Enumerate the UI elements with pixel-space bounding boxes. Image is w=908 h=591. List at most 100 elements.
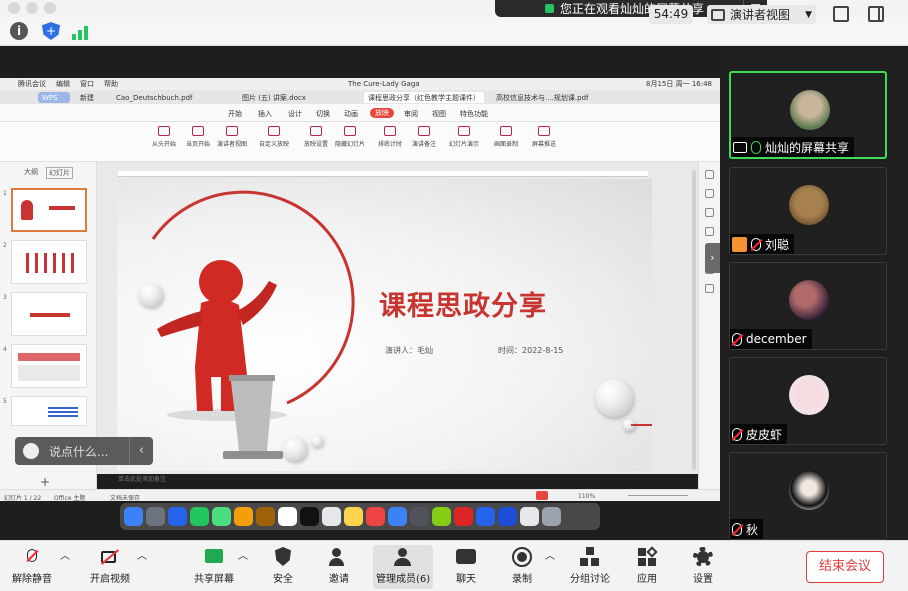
- ribbon-tab-review: 审阅: [404, 110, 418, 118]
- video-tile[interactable]: 刘聪: [729, 167, 887, 255]
- collapse-panel-button[interactable]: ›: [705, 243, 720, 273]
- tab-outline: 大纲: [24, 168, 38, 176]
- invite-button[interactable]: 邀请: [328, 547, 350, 585]
- decor-ball: [139, 283, 163, 307]
- view-mode-dropdown[interactable]: 演讲者视图 ▼: [707, 5, 816, 24]
- chevron-up-icon[interactable]: ︿: [545, 547, 555, 562]
- video-tile[interactable]: 皮皮虾: [729, 357, 887, 445]
- wps-icon: [454, 507, 473, 526]
- wechat-icon: [190, 507, 209, 526]
- record-icon: [511, 547, 533, 567]
- record-label: 录制: [512, 574, 532, 585]
- memo-icon: [344, 507, 363, 526]
- thumb-number: 4: [3, 346, 7, 353]
- thumb-number: 1: [3, 190, 7, 197]
- video-tile[interactable]: 秋: [729, 452, 887, 540]
- slide-thumbnail: [11, 240, 87, 284]
- meeting-timer: 54:49: [649, 5, 693, 24]
- mail-icon: [168, 507, 187, 526]
- signal-icon[interactable]: [72, 22, 90, 40]
- info-icon[interactable]: i: [10, 22, 28, 40]
- tencent-meeting-icon: [498, 507, 517, 526]
- manage-members-button[interactable]: 管理成员(6): [373, 545, 434, 589]
- settings-icon: [310, 126, 322, 136]
- photos-icon: [234, 507, 253, 526]
- menu-item-edit: 编辑: [56, 80, 70, 88]
- video-off-icon: [99, 547, 121, 567]
- chevron-left-icon[interactable]: ‹: [129, 437, 153, 465]
- trash-icon: [542, 507, 561, 526]
- finder-icon: [124, 507, 143, 526]
- gear-icon: [692, 547, 714, 567]
- chevron-up-icon[interactable]: ︿: [60, 547, 70, 562]
- participant-name: december: [746, 332, 807, 346]
- participant-name: 皮皮虾: [746, 427, 783, 442]
- mac-menu-bar: 腾讯会议 编辑 窗口 帮助 The Cure-Lady Gaga 8月15日 周…: [0, 78, 720, 90]
- ribbon-toolbar: 从头开始 当页开始 演讲者视图 自定义放映 放映设置 隐藏幻灯片 排练计时 演讲…: [0, 122, 720, 162]
- participant-nametag: 秋: [730, 519, 764, 539]
- emoji-icon[interactable]: [23, 443, 39, 459]
- file-tab-pdf-2: 高校信息技术与....规划课.pdf: [496, 93, 589, 102]
- menu-item-window: 窗口: [80, 80, 94, 88]
- shield-icon[interactable]: +: [42, 22, 60, 40]
- apps-button[interactable]: 应用: [636, 546, 658, 585]
- system-clock: 8月15日 周一 16:48: [646, 80, 712, 88]
- slideshow-icon: [458, 126, 470, 136]
- end-meeting-button[interactable]: 结束会议: [806, 551, 884, 583]
- notes-icon: [256, 507, 275, 526]
- close-window-button[interactable]: [8, 2, 20, 14]
- participant-name: 刘聪: [765, 237, 790, 252]
- grid-icon: [711, 8, 725, 21]
- ribbon-button: 屏幕推送: [518, 126, 570, 148]
- slide-thumbnail: [11, 188, 87, 232]
- backup-status: 文档未保存: [110, 495, 141, 502]
- manage-label: 管理成员(6): [376, 574, 431, 585]
- ribbon-button-label: 幻灯片演示: [448, 141, 479, 148]
- record-button[interactable]: 录制: [511, 547, 533, 585]
- chevron-down-icon: ▼: [805, 9, 812, 20]
- file-tab-docx: 图片 (五) 讲案.docx: [242, 93, 306, 102]
- maximize-window-button[interactable]: [44, 2, 56, 14]
- calendar-icon: [278, 507, 297, 526]
- breakout-label: 分组讨论: [570, 574, 610, 585]
- video-button[interactable]: 开启视频: [90, 547, 130, 585]
- status-bar: 幻灯片 1 / 22 Office 主题 文档未保存 110%: [0, 489, 720, 502]
- speaker-illustration: [151, 190, 355, 459]
- safari-icon: [476, 507, 495, 526]
- presenter-icon: [226, 126, 238, 136]
- appstore-icon: [388, 507, 407, 526]
- layout-icon[interactable]: [868, 6, 884, 22]
- fullscreen-icon[interactable]: [833, 6, 849, 22]
- shared-screen: 腾讯会议 编辑 窗口 帮助 The Cure-Lady Gaga 8月15日 周…: [0, 46, 720, 540]
- now-playing: The Cure-Lady Gaga: [348, 80, 420, 88]
- play-icon: [158, 126, 170, 136]
- video-tile[interactable]: december: [729, 262, 887, 350]
- breakout-button[interactable]: 分组讨论: [570, 547, 610, 585]
- settings-button[interactable]: 设置: [692, 547, 714, 585]
- mic-muted-icon: [751, 237, 761, 251]
- ribbon-tab-animation: 动画: [344, 110, 358, 118]
- participant-nametag: 皮皮虾: [730, 424, 788, 444]
- unmute-button[interactable]: 解除静音: [12, 547, 52, 585]
- slide-date: 时间：2022-8-15: [498, 346, 564, 355]
- timer-icon: [384, 126, 396, 136]
- share-screen-button[interactable]: 共享屏幕: [194, 547, 234, 585]
- video-tile[interactable]: 灿灿的屏幕共享: [729, 71, 887, 159]
- file-icon: [520, 507, 539, 526]
- avatar: [789, 470, 829, 510]
- minimize-window-button[interactable]: [26, 2, 38, 14]
- chevron-up-icon[interactable]: ︿: [238, 547, 248, 562]
- notes-icon: [418, 126, 430, 136]
- breakout-icon: [579, 547, 601, 567]
- security-button[interactable]: 安全: [272, 547, 294, 585]
- ribbon-tab-insert: 插入: [258, 110, 272, 118]
- chevron-up-icon[interactable]: ︿: [137, 547, 147, 562]
- person-icon: [732, 236, 747, 252]
- music-icon: [366, 507, 385, 526]
- decor-ball: [595, 379, 633, 417]
- mic-muted-icon: [732, 427, 742, 441]
- vertical-scrollbar[interactable]: [692, 170, 696, 470]
- chat-button[interactable]: 聊天: [455, 547, 477, 585]
- ribbon-button-label: 演讲者视图: [216, 141, 247, 148]
- chat-input[interactable]: 说点什么... ‹: [15, 437, 153, 465]
